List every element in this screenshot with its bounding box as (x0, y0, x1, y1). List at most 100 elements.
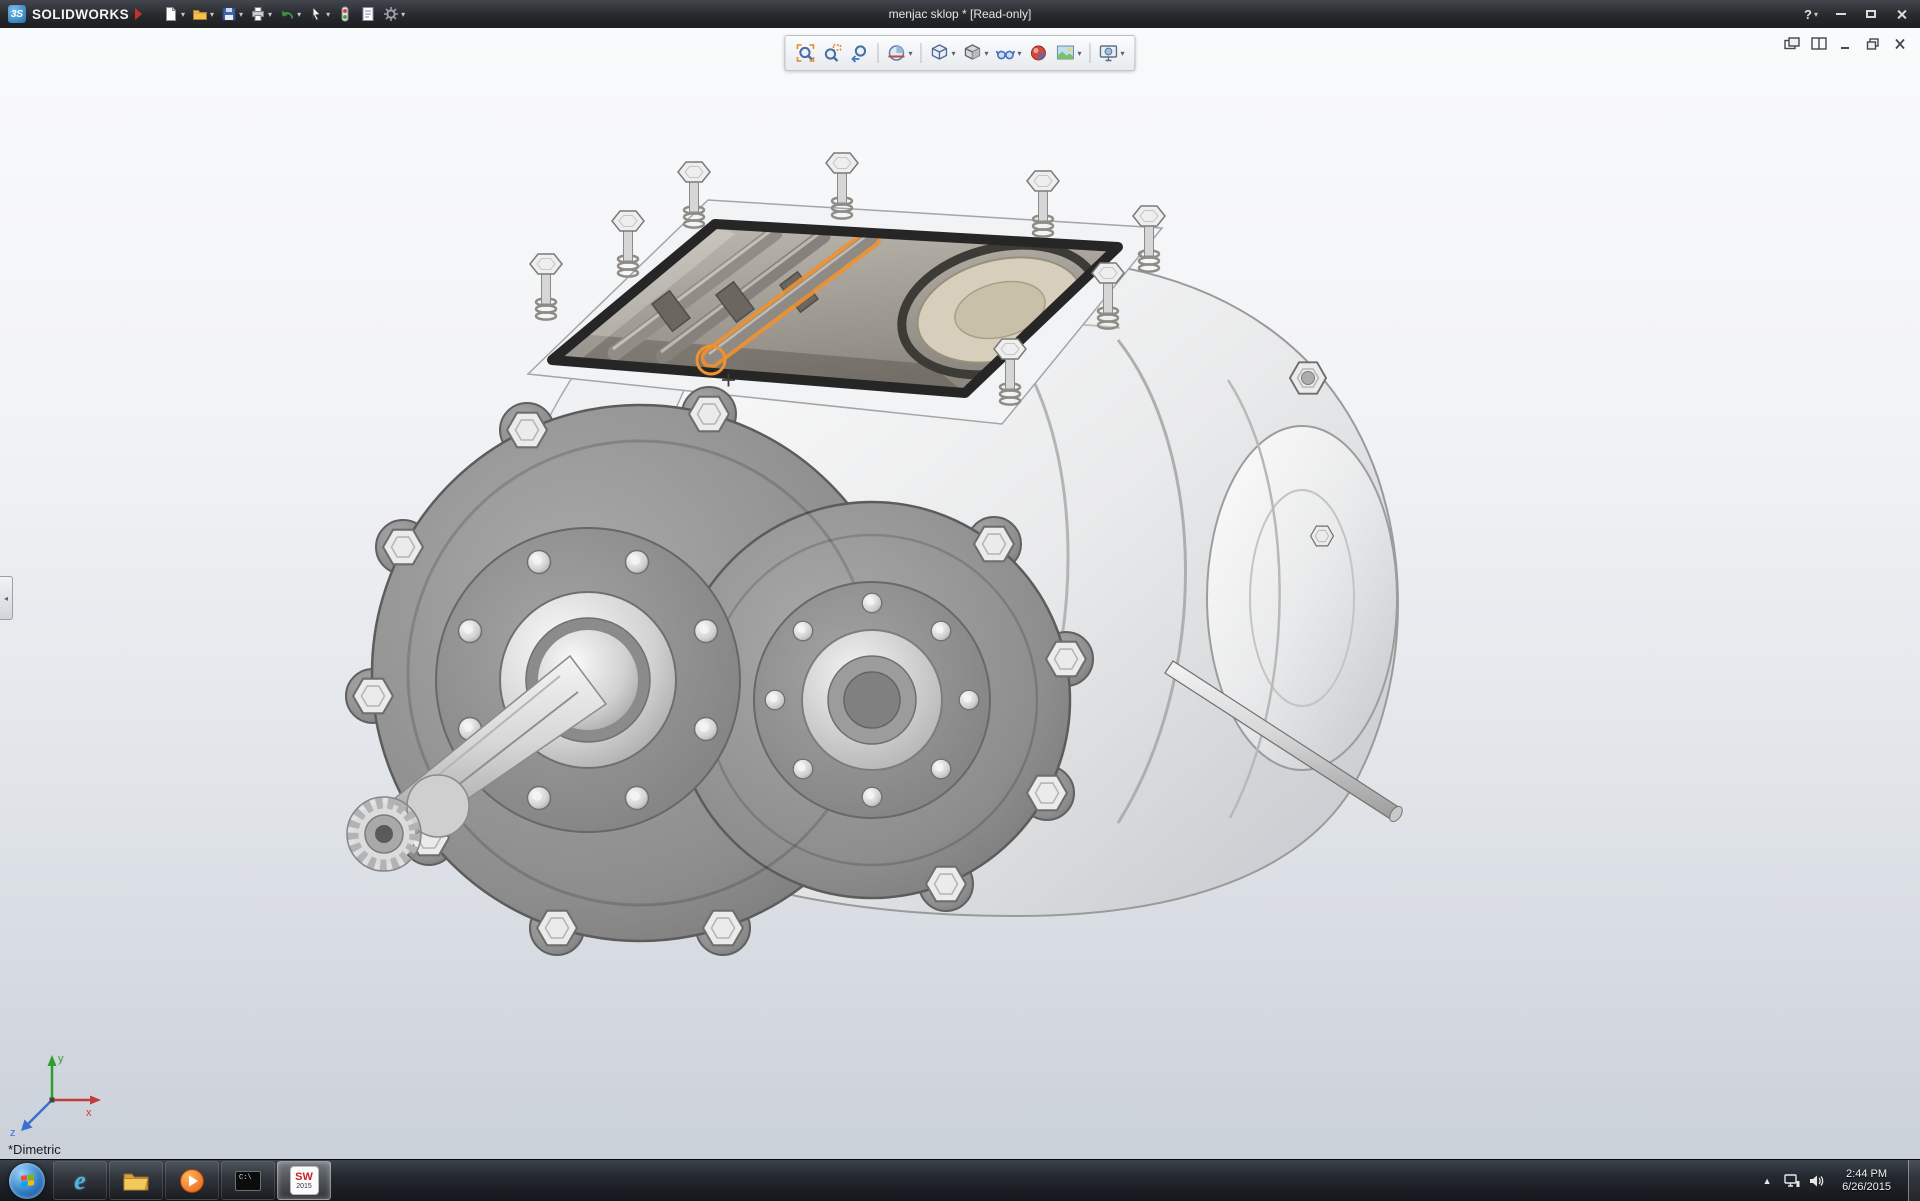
start-button[interactable] (9, 1163, 45, 1199)
file-toolbar (160, 3, 408, 25)
rebuild-button[interactable] (334, 3, 356, 25)
open-folder-icon (192, 6, 208, 22)
zoom-to-fit-button[interactable] (792, 38, 818, 68)
new-button[interactable] (160, 3, 188, 25)
brand-flag-icon (135, 8, 142, 20)
minimize-icon (1836, 13, 1846, 15)
triad-y-label: y (58, 1053, 64, 1065)
display-style-cube-icon (962, 43, 982, 63)
file-properties-button[interactable] (357, 3, 379, 25)
printer-icon (250, 6, 266, 22)
window-controls: ? (1797, 4, 1920, 24)
view-orientation-cube-icon (929, 43, 949, 63)
new-window-button[interactable] (1781, 35, 1803, 52)
doc-minimize-button[interactable] (1835, 35, 1857, 52)
taskbar-item-command-prompt[interactable]: C:\ (221, 1161, 275, 1200)
heads-up-view-toolbar (784, 35, 1135, 71)
titlebar: 3S SOLIDWORKS menjac sklo (0, 0, 1920, 28)
model-canvas[interactable]: x y z (0, 28, 1920, 1159)
zoom-to-area-icon (822, 43, 842, 63)
print-button[interactable] (247, 3, 275, 25)
section-view-button[interactable] (883, 38, 915, 68)
tile-windows-button[interactable] (1808, 35, 1830, 52)
triad-x-label: x (86, 1107, 92, 1119)
graphics-viewport[interactable]: x y z (0, 28, 1920, 1159)
tray-expand-button[interactable]: ▲ (1759, 1170, 1775, 1192)
document-title: menjac sklop * [Read-only] (889, 7, 1032, 21)
view-settings-button[interactable] (1096, 38, 1128, 68)
toolbar-separator (920, 43, 921, 63)
tray-network-button[interactable] (1784, 1170, 1800, 1192)
close-button[interactable] (1887, 4, 1915, 24)
new-file-icon (163, 6, 179, 22)
toolbar-separator (877, 43, 878, 63)
solidworks-app-icon: SW 2015 (290, 1166, 319, 1195)
triad-y-arrow (48, 1055, 57, 1066)
undo-arrow-icon (279, 6, 295, 22)
network-icon (1784, 1174, 1800, 1188)
taskbar-item-solidworks-2015[interactable]: SW 2015 (277, 1161, 331, 1200)
previous-view-icon (849, 43, 869, 63)
app-logo: 3S SOLIDWORKS (0, 5, 154, 23)
undo-button[interactable] (276, 3, 304, 25)
taskbar-item-internet-explorer[interactable]: e (53, 1161, 107, 1200)
speaker-icon (1809, 1174, 1825, 1188)
internet-explorer-icon: e (74, 1168, 86, 1194)
display-style-button[interactable] (959, 38, 991, 68)
view-orientation-button[interactable] (926, 38, 958, 68)
doc-close-icon (1893, 38, 1907, 50)
maximize-icon (1866, 10, 1876, 18)
chevron-up-icon: ▲ (1763, 1176, 1772, 1186)
maximize-button[interactable] (1857, 4, 1885, 24)
zoom-to-area-button[interactable] (819, 38, 845, 68)
apply-scene-button[interactable] (1053, 38, 1085, 68)
command-prompt-icon: C:\ (235, 1171, 261, 1191)
triad-x-arrow (90, 1096, 101, 1105)
help-button[interactable]: ? (1797, 4, 1825, 24)
side-hex-plug[interactable] (1311, 526, 1334, 546)
solidworks-app: { "titlebar": { "brand_mark": "3S", "bra… (0, 0, 1920, 1200)
taskbar-clock[interactable]: 2:44 PM 6/26/2015 (1834, 1168, 1899, 1194)
show-desktop-button[interactable] (1908, 1160, 1920, 1201)
clock-date: 6/26/2015 (1842, 1181, 1891, 1194)
folder-icon (122, 1170, 150, 1192)
taskbar-item-media-player[interactable] (165, 1161, 219, 1200)
zoom-to-fit-icon (795, 43, 815, 63)
taskbar-item-file-explorer[interactable] (109, 1161, 163, 1200)
edit-appearance-button[interactable] (1026, 38, 1052, 68)
system-tray: ▲ 2:44 PM 6/26/2015 (1759, 1160, 1920, 1201)
tray-volume-button[interactable] (1809, 1170, 1825, 1192)
scene-icon (1056, 43, 1076, 63)
close-icon (1896, 9, 1907, 20)
tile-windows-icon (1811, 37, 1827, 50)
doc-minimize-icon (1839, 38, 1853, 50)
select-cursor-icon (308, 6, 324, 22)
solidworks-version-badge: 2015 (296, 1183, 312, 1190)
dassault-3ds-icon: 3S (8, 5, 26, 23)
open-button[interactable] (189, 3, 217, 25)
doc-close-button[interactable] (1889, 35, 1911, 52)
view-settings-monitor-icon (1099, 43, 1119, 63)
options-button[interactable] (380, 3, 408, 25)
doc-restore-button[interactable] (1862, 35, 1884, 52)
toolbar-separator (1090, 43, 1091, 63)
featuremanager-collapsed-tab[interactable] (0, 576, 13, 620)
save-button[interactable] (218, 3, 246, 25)
options-gear-icon (383, 6, 399, 22)
select-button[interactable] (305, 3, 333, 25)
file-properties-icon (360, 6, 376, 22)
minimize-button[interactable] (1827, 4, 1855, 24)
previous-view-button[interactable] (846, 38, 872, 68)
splined-shaft-end[interactable] (347, 797, 421, 871)
hide-show-items-button[interactable] (993, 38, 1025, 68)
doc-restore-icon (1866, 38, 1880, 50)
rebuild-trafficlight-icon (337, 6, 353, 22)
windows-taskbar: e C:\ SW 2015 ▲ 2:44 PM 6/26/ (0, 1159, 1920, 1201)
clock-time: 2:44 PM (1842, 1168, 1891, 1181)
new-window-icon (1784, 37, 1800, 50)
triad-z-label: z (10, 1127, 16, 1139)
view-orientation-label: *Dimetric (8, 1142, 61, 1157)
orientation-triad[interactable]: x y z (10, 1053, 101, 1139)
eyeglasses-icon (996, 43, 1016, 63)
section-view-icon (886, 43, 906, 63)
